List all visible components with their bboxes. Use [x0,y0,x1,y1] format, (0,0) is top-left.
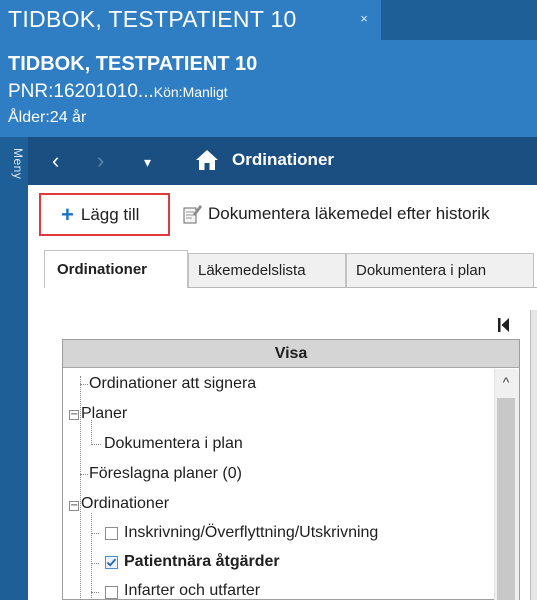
collapse-icon[interactable]: − [69,501,79,511]
menu-label[interactable]: Meny [3,148,25,208]
collapse-panel-icon[interactable] [497,317,511,333]
tab-dokumentera-i-plan[interactable]: Dokumentera i plan [346,253,534,287]
right-panel-edge [530,310,537,600]
forward-icon[interactable]: › [97,149,104,173]
tree-item-ordinationer-att-signera[interactable]: Ordinationer att signera [89,375,256,393]
add-button-label: Lägg till [80,204,140,224]
tree-connector [91,563,99,564]
patient-pnr-gender: PNR:16201010...Kön:Manligt [8,81,228,103]
document-pen-icon [180,202,204,226]
scrollbar-thumb[interactable] [497,398,515,600]
patient-pnr: PNR:16201010... [8,81,154,102]
document-medication-button[interactable]: Dokumentera läkemedel efter historik [180,199,490,229]
tree-connector [91,592,99,593]
document-medication-label: Dokumentera läkemedel efter historik [208,204,490,223]
tree-header: Visa [63,340,519,368]
tree-item-infarter-och-utfarter[interactable]: Infarter och utfarter [124,582,260,600]
tree-item-dokumentera-i-plan[interactable]: Dokumentera i plan [104,435,243,453]
scroll-up-icon[interactable]: ^ [494,370,518,394]
tree-item-ordinationer[interactable]: Ordinationer [81,495,169,513]
patient-tab-title: TIDBOK, TESTPATIENT 10 [8,6,297,32]
tab-ordinationer[interactable]: Ordinationer [44,250,188,288]
tree-connector [80,384,88,385]
home-icon[interactable] [194,147,220,173]
tree-connector [91,444,101,445]
add-button[interactable]: + Lägg till [39,193,170,236]
page-title: Ordinationer [232,150,335,169]
tree-connector [91,420,92,445]
checkmark-icon [106,558,117,567]
tree-item-patientnara-atgarder[interactable]: Patientnära åtgärder [124,553,280,571]
close-icon[interactable]: × [356,11,372,27]
patient-name: TIDBOK, TESTPATIENT 10 [8,53,258,75]
tab-lakemedelslista[interactable]: Läkemedelslista [188,253,346,287]
patient-gender: Kön:Manligt [153,84,228,100]
back-icon[interactable]: ‹ [52,149,59,173]
tree-item-planer[interactable]: Planer [81,405,127,423]
checkbox-infarter[interactable] [105,586,118,599]
tree-connector [91,533,99,534]
tree-item-foreslagna-planer[interactable]: Föreslagna planer (0) [89,465,242,483]
plus-icon: + [61,201,74,227]
checkbox-patientnara[interactable] [105,556,118,569]
patient-age: Ålder:24 år [8,109,87,126]
tree-connector [80,474,88,475]
collapse-icon[interactable]: − [69,410,79,420]
tree-connector [91,513,92,600]
chevron-down-icon[interactable]: ▾ [144,150,151,174]
tree-item-inskrivning[interactable]: Inskrivning/Överflyttning/Utskrivning [124,524,378,542]
checkbox-inskrivning[interactable] [105,527,118,540]
